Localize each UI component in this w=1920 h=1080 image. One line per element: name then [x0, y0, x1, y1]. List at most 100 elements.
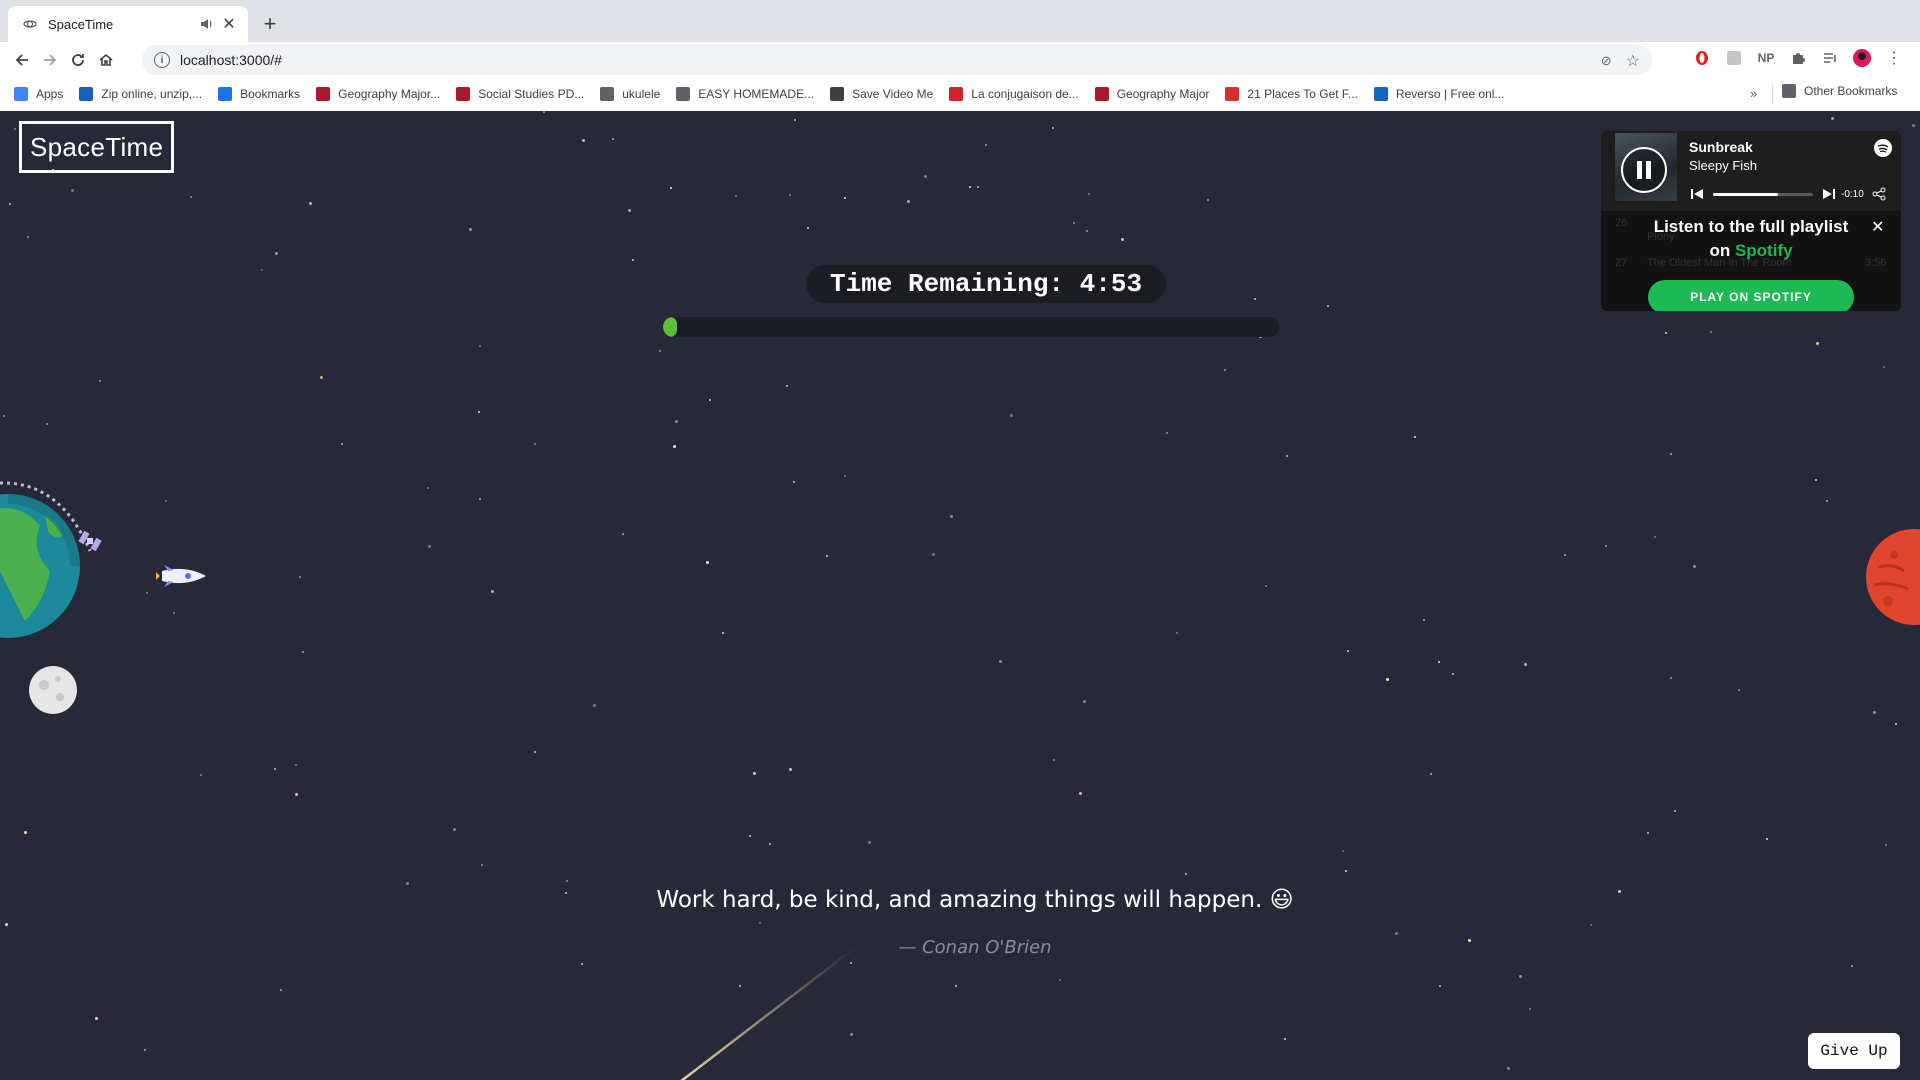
- bookmarks-overflow-button[interactable]: »: [1750, 86, 1757, 101]
- close-tab-icon[interactable]: ✕: [220, 15, 238, 33]
- extensions-area: NP ⋮: [1692, 48, 1904, 68]
- star: [735, 195, 737, 197]
- browser-chrome: SpaceTime ✕ + i localhost:3000/# ⊘ ☆ NP …: [0, 0, 1920, 111]
- star: [190, 196, 192, 198]
- bookmark-label: Save Video Me: [852, 87, 934, 101]
- bookmark-item[interactable]: La conjugaison de...: [949, 87, 1079, 101]
- media-controls-icon[interactable]: [1820, 48, 1840, 68]
- star: [479, 498, 481, 500]
- arrow-left-icon: [15, 54, 28, 66]
- pause-button[interactable]: [1621, 147, 1667, 193]
- star: [274, 768, 276, 770]
- bookmark-item[interactable]: Reverso | Free onl...: [1373, 87, 1504, 101]
- star: [593, 704, 596, 707]
- sfu-icon: [1094, 87, 1109, 101]
- puzzle-extensions-icon[interactable]: [1788, 48, 1808, 68]
- kebab-menu-icon[interactable]: ⋮: [1884, 48, 1904, 68]
- forward-button[interactable]: [36, 46, 64, 74]
- bookmark-label: Bookmarks: [240, 87, 301, 101]
- home-button[interactable]: [92, 46, 120, 74]
- play-on-spotify-button[interactable]: PLAY ON SPOTIFY: [1648, 280, 1854, 311]
- star: [1647, 832, 1649, 834]
- star: [200, 774, 202, 776]
- star: [1738, 689, 1740, 691]
- spotify-logo-icon[interactable]: [1874, 139, 1892, 157]
- star: [14, 128, 16, 130]
- conj-icon: [949, 87, 964, 101]
- new-tab-button[interactable]: +: [258, 11, 282, 36]
- star: [481, 864, 483, 866]
- cta-on: on: [1709, 241, 1731, 260]
- star: [469, 228, 472, 231]
- star: [1519, 975, 1522, 978]
- skip-next-icon[interactable]: [1823, 188, 1835, 200]
- star: [453, 828, 456, 831]
- bookmarks-separator: [1772, 84, 1773, 104]
- folder-icon: [1782, 84, 1796, 98]
- star: [1052, 127, 1054, 129]
- star: [1166, 432, 1168, 434]
- bookmark-item[interactable]: Bookmarks: [218, 87, 300, 101]
- bookmark-item[interactable]: Geography Major...: [316, 87, 440, 101]
- star: [295, 764, 297, 766]
- star: [1605, 545, 1607, 547]
- star: [659, 350, 661, 352]
- star: [1395, 932, 1398, 935]
- translate-extension-icon[interactable]: [1724, 48, 1744, 68]
- share-icon[interactable]: [1872, 187, 1886, 201]
- spotify-track-header: Sunbreak Sleepy Fish -0:10: [1601, 131, 1901, 211]
- reload-icon: [72, 54, 84, 66]
- star: [581, 963, 583, 965]
- bookmark-item[interactable]: Geography Major: [1094, 87, 1209, 101]
- star: [612, 138, 614, 140]
- opera-extension-icon[interactable]: [1692, 48, 1712, 68]
- globe-icon: [830, 87, 845, 101]
- star: [675, 420, 678, 423]
- bookmark-item[interactable]: EASY HOMEMADE...: [676, 87, 814, 101]
- bookmark-item[interactable]: ukulele: [600, 87, 660, 101]
- star: [1815, 479, 1817, 481]
- profile-avatar[interactable]: [1852, 48, 1872, 68]
- browser-toolbar: i localhost:3000/# ⊘ ☆ NP ⋮: [0, 42, 1920, 78]
- star: [1386, 678, 1389, 681]
- bookmark-item[interactable]: Social Studies PD...: [456, 87, 584, 101]
- bookmark-item[interactable]: 21 Places To Get F...: [1225, 87, 1358, 101]
- bookmark-label: ukulele: [622, 87, 661, 101]
- np-extension-icon[interactable]: NP: [1756, 48, 1776, 68]
- close-cta-icon[interactable]: ✕: [1871, 217, 1884, 237]
- playback-controls: -0:10: [1691, 185, 1891, 203]
- star: [950, 515, 953, 518]
- star: [789, 194, 791, 196]
- skip-previous-icon[interactable]: [1691, 188, 1703, 200]
- bookmark-item[interactable]: Save Video Me: [830, 87, 933, 101]
- star: [1851, 965, 1853, 967]
- spacetime-logo[interactable]: SpaceTime: [19, 121, 175, 173]
- star: [1831, 117, 1834, 120]
- star: [1438, 661, 1440, 663]
- star: [1059, 979, 1061, 981]
- star: [1254, 298, 1256, 300]
- address-bar[interactable]: i localhost:3000/# ⊘ ☆: [142, 45, 1652, 75]
- star: [1816, 342, 1819, 345]
- sfu-icon: [316, 87, 331, 101]
- bookmark-item[interactable]: Zip online, unzip,...: [79, 87, 202, 101]
- translate-blocked-icon[interactable]: ⊘: [1601, 53, 1612, 69]
- bookmarks-bar: Apps Zip online, unzip,... Bookmarks Geogra…: [0, 80, 1920, 108]
- bookmark-star-icon[interactable]: ☆: [1626, 51, 1640, 71]
- playback-progress[interactable]: [1713, 192, 1813, 196]
- star: [907, 200, 910, 203]
- other-bookmarks[interactable]: Other Bookmarks: [1782, 84, 1897, 98]
- give-up-button[interactable]: Give Up: [1808, 1033, 1900, 1069]
- rocket-ship: [156, 565, 206, 587]
- info-icon[interactable]: i: [154, 52, 170, 68]
- bookmark-item[interactable]: Apps: [14, 87, 63, 101]
- star: [868, 841, 871, 844]
- tab-spacetime[interactable]: SpaceTime ✕: [8, 6, 248, 42]
- back-button[interactable]: [8, 46, 36, 74]
- star: [1414, 436, 1416, 438]
- speaker-icon[interactable]: [198, 16, 214, 32]
- star: [24, 831, 27, 834]
- bookmark-label: 21 Places To Get F...: [1247, 87, 1358, 101]
- reload-button[interactable]: [64, 46, 92, 74]
- star: [1670, 453, 1672, 455]
